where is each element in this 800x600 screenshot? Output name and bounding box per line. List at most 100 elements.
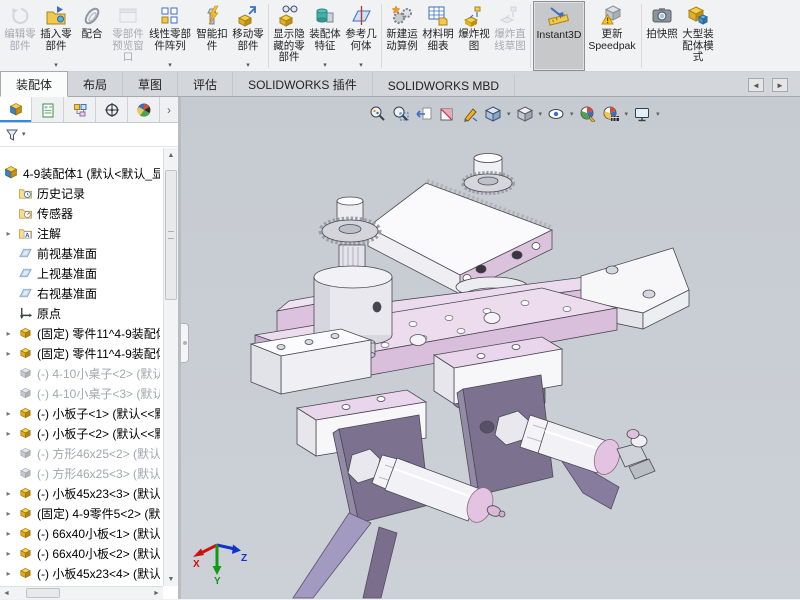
dropdown-arrow-icon[interactable]: ▾ (656, 110, 660, 118)
ribbon-button-explode-line-sketch[interactable]: 爆炸直 线草图 (492, 1, 528, 71)
tab-scroll-right-button[interactable]: ► (772, 78, 788, 92)
tree-item-part[interactable]: ▸(-) 小板45x23<3> (默认<< (3, 483, 160, 503)
ribbon-button-move-component[interactable]: 移动零 部件 ▾ (230, 1, 266, 71)
scrollbar-down-arrow[interactable]: ▼ (164, 572, 178, 586)
expand-arrow-icon[interactable]: ▸ (3, 489, 14, 498)
expand-arrow-icon[interactable]: ▸ (3, 569, 14, 578)
expand-arrow-icon[interactable]: ▸ (3, 409, 14, 418)
edit-appearance-icon[interactable] (579, 105, 597, 123)
tree-item-origin[interactable]: 原点 (3, 303, 160, 323)
tree-item-top-plane[interactable]: 上视基准面 (3, 263, 160, 283)
display-style-icon[interactable] (516, 105, 534, 123)
tab-configurationmanager[interactable] (64, 97, 96, 122)
panel-splitter-handle[interactable] (181, 323, 189, 363)
scrollbar-up-arrow[interactable]: ▲ (164, 148, 178, 162)
tab-assembly[interactable]: 装配体 (0, 71, 68, 97)
ribbon-button-insert-component[interactable]: 插入零 部件 ▾ (38, 1, 74, 71)
ribbon-button-bill-of-materials[interactable]: 材料明 细表 (420, 1, 456, 71)
dropdown-arrow-icon[interactable]: ▾ (359, 62, 363, 71)
tree-item-part[interactable]: ▸(-) 小板45x23<4> (默认<< (3, 563, 160, 583)
tree-item-history[interactable]: 历史记录 (3, 183, 160, 203)
scrollbar-thumb[interactable] (26, 588, 60, 598)
ribbon-button-assembly-features[interactable]: 装配体 特征 ▾ (307, 1, 343, 71)
ribbon-button-take-snapshot[interactable]: 拍快照 (644, 1, 680, 71)
dropdown-arrow-icon[interactable]: ▾ (570, 110, 574, 118)
tab-featuremanager-design-tree[interactable] (0, 97, 32, 122)
annotation-view-icon[interactable] (461, 105, 479, 123)
tree-item-part[interactable]: ▸(固定) 4-9零件5<2> (默认< (3, 503, 160, 523)
tree-item-part-suppressed[interactable]: (-) 4-10小桌子<3> (默认) (3, 383, 160, 403)
ribbon-button-smart-fasteners[interactable]: 智能扣 件 (194, 1, 230, 71)
dropdown-arrow-icon[interactable]: ▾ (54, 62, 58, 71)
tree-item-right-plane[interactable]: 右视基准面 (3, 283, 160, 303)
scrollbar-left-arrow[interactable]: ◄ (0, 587, 13, 599)
tab-propertymanager[interactable] (32, 97, 64, 122)
tab-layout[interactable]: 布局 (68, 72, 123, 96)
tree-item-label: (固定) 零件11^4-9装配体1< (37, 325, 160, 342)
tree-vertical-scrollbar[interactable]: ▲ ▼ (163, 148, 178, 586)
tab-displaymanager[interactable] (128, 97, 160, 122)
tab-solidworks-mbd[interactable]: SOLIDWORKS MBD (373, 75, 515, 96)
ribbon-button-component-preview[interactable]: 零部件 预览窗 口 (110, 1, 146, 71)
tree-item-part[interactable]: ▸(-) 小板子<1> (默认<<默认 (3, 403, 160, 423)
tab-evaluate[interactable]: 评估 (178, 72, 233, 96)
tree-item-front-plane[interactable]: 前视基准面 (3, 243, 160, 263)
dropdown-arrow-icon[interactable]: ▾ (246, 62, 250, 71)
graphics-viewport[interactable]: ▾ ▾ ▾ ▾ ▾ X Z Y (181, 97, 800, 599)
tree-item-assembly-root[interactable]: 4-9装配体1 (默认<默认_显示状态-1> (3, 163, 160, 183)
tab-dimxpertmanager[interactable] (96, 97, 128, 122)
dropdown-arrow-icon[interactable]: ▾ (323, 62, 327, 71)
filter-funnel-icon[interactable] (5, 128, 19, 142)
zoom-to-area-icon[interactable] (392, 105, 410, 123)
tree-horizontal-scrollbar[interactable]: ◄ ► (0, 586, 163, 599)
section-view-icon[interactable] (438, 105, 456, 123)
ribbon-button-mate[interactable]: 配合 (74, 1, 110, 71)
filter-dropdown-arrow-icon[interactable]: ▾ (22, 131, 26, 138)
ribbon-button-show-hidden-components[interactable]: 显示隐 藏的零 部件 (271, 1, 307, 71)
tree-item-part[interactable]: ▸(-) 小板子<2> (默认<<默认 (3, 423, 160, 443)
triad-z-label: Z (241, 553, 247, 564)
panel-tab-overflow-chevron[interactable]: › (160, 97, 178, 122)
tab-solidworks-addins[interactable]: SOLIDWORKS 插件 (233, 72, 373, 96)
assembly-3d-model[interactable] (181, 97, 800, 599)
previous-view-icon[interactable] (415, 105, 433, 123)
tree-item-sensors[interactable]: 传感器 (3, 203, 160, 223)
scrollbar-right-arrow[interactable]: ► (150, 587, 163, 599)
tree-item-part[interactable]: ▸ (固定) 零件11^4-9装配体1< (3, 323, 160, 343)
ribbon-button-reference-geometry[interactable]: 参考几 何体 ▾ (343, 1, 379, 71)
ribbon-button-edit-component[interactable]: 编辑零 部件 (2, 1, 38, 71)
expand-arrow-icon[interactable]: ▸ (3, 349, 14, 358)
tree-item-part[interactable]: ▸(-) 66x40小板<2> (默认<< (3, 543, 160, 563)
tree-item-part[interactable]: ▸(固定) 零件11^4-9装配体1< (3, 343, 160, 363)
view-settings-icon[interactable] (633, 105, 651, 123)
tree-item-part-suppressed[interactable]: (-) 方形46x25<2> (默认) (3, 443, 160, 463)
dropdown-arrow-icon[interactable]: ▾ (507, 110, 511, 118)
ribbon-button-large-assembly-mode[interactable]: 大型装 配体模 式 (680, 1, 716, 71)
dropdown-arrow-icon[interactable]: ▾ (168, 62, 172, 71)
zoom-to-fit-icon[interactable] (369, 105, 387, 123)
feature-tree: 4-9装配体1 (默认<默认_显示状态-1> 历史记录 传感器 ▸注解 前视基准… (0, 147, 178, 599)
ribbon-button-update-speedpak[interactable]: 更新 Speedpak (585, 1, 639, 71)
expand-arrow-icon[interactable]: ▸ (3, 229, 14, 238)
expand-arrow-icon[interactable]: ▸ (3, 549, 14, 558)
expand-arrow-icon[interactable]: ▸ (3, 429, 14, 438)
tree-item-part-suppressed[interactable]: (-) 4-10小桌子<2> (默认) (3, 363, 160, 383)
ribbon-button-exploded-view[interactable]: 爆炸视 图 (456, 1, 492, 71)
dropdown-arrow-icon[interactable]: ▾ (539, 110, 543, 118)
scrollbar-thumb[interactable] (165, 170, 177, 300)
tab-scroll-left-button[interactable]: ◄ (748, 78, 764, 92)
apply-scene-icon[interactable] (602, 105, 620, 123)
hide-show-items-icon[interactable] (547, 105, 565, 123)
ribbon-button-instant3d[interactable]: Instant3D (533, 1, 585, 71)
ribbon-button-linear-pattern[interactable]: 线性零部 件阵列 ▾ (146, 1, 194, 71)
expand-arrow-icon[interactable]: ▸ (3, 509, 14, 518)
tab-sketch[interactable]: 草图 (123, 72, 178, 96)
view-orientation-icon[interactable] (484, 105, 502, 123)
tree-item-annotations[interactable]: ▸注解 (3, 223, 160, 243)
dropdown-arrow-icon[interactable]: ▾ (625, 110, 629, 118)
tree-item-part[interactable]: ▸(-) 66x40小板<1> (默认<< (3, 523, 160, 543)
expand-arrow-icon[interactable]: ▸ (3, 529, 14, 538)
expand-arrow-icon[interactable]: ▸ (3, 329, 14, 338)
ribbon-button-new-motion-study[interactable]: 新建运 动算例 (384, 1, 420, 71)
tree-item-part-suppressed[interactable]: (-) 方形46x25<3> (默认) (3, 463, 160, 483)
